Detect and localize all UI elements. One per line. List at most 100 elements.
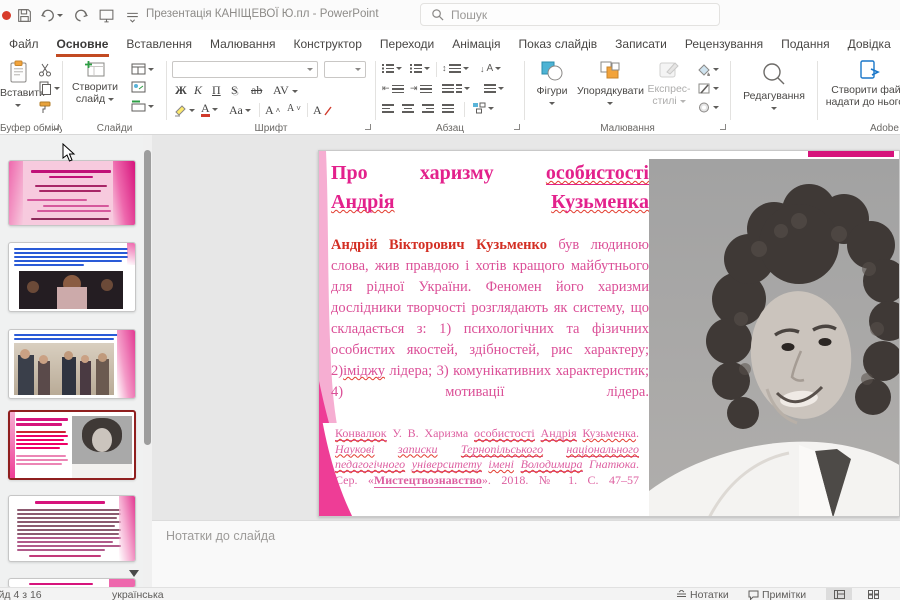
increase-indent-button[interactable]: ⇥ xyxy=(410,83,432,94)
undo-icon xyxy=(40,7,57,24)
numbering-button[interactable] xyxy=(410,63,430,73)
scroll-down-arrow-icon[interactable] xyxy=(129,570,139,577)
language-indicator[interactable]: українська xyxy=(112,588,164,600)
tab-transitions[interactable]: Переходи xyxy=(371,30,443,57)
line-spacing-button[interactable]: ↕ xyxy=(442,63,469,73)
underline-button[interactable]: П xyxy=(212,83,221,98)
paste-button[interactable]: Вставити xyxy=(0,60,36,111)
slide-thumbnail-5[interactable] xyxy=(8,495,136,562)
slide-thumbnail-4-selected[interactable] xyxy=(8,410,136,480)
copy-button[interactable] xyxy=(38,81,60,95)
comments-toggle-button[interactable]: Примітки xyxy=(748,588,806,600)
tab-animations[interactable]: Анімація xyxy=(443,30,509,57)
clear-formatting-button[interactable]: А xyxy=(313,103,332,118)
paste-label: Вставити xyxy=(0,87,36,99)
tab-record[interactable]: Записати xyxy=(606,30,676,57)
change-case-caret xyxy=(245,109,251,112)
slide-citation[interactable]: Конвалюк У. В. Харизма особистості Андрі… xyxy=(321,423,645,517)
tab-view[interactable]: Подання xyxy=(772,30,838,57)
decrease-indent-button[interactable]: ⇤ xyxy=(382,83,404,94)
portrait-photo[interactable] xyxy=(649,159,900,517)
text-direction-button[interactable] xyxy=(484,83,504,93)
current-slide[interactable]: Про харизму особистості Андрія Кузьменка… xyxy=(318,150,900,517)
save-button[interactable] xyxy=(16,7,33,24)
grow-font-button[interactable]: А˄ xyxy=(265,103,280,118)
align-right-button[interactable] xyxy=(422,103,434,113)
font-color-button[interactable]: А xyxy=(201,102,218,117)
text-shadow-button[interactable]: S xyxy=(231,83,238,98)
tab-insert[interactable]: Вставлення xyxy=(117,30,201,57)
new-slide-label-1: Створити xyxy=(65,81,125,93)
font-dialog-launcher-icon[interactable] xyxy=(365,124,373,132)
create-pdf-button[interactable]: Створити файл надати до нього с xyxy=(824,59,900,108)
sort-button[interactable]: ↓А xyxy=(480,63,501,74)
convert-smartart-button[interactable] xyxy=(472,102,494,114)
tab-help[interactable]: Довідка xyxy=(839,30,900,57)
bullets-button[interactable] xyxy=(382,63,402,73)
cut-button[interactable] xyxy=(38,63,52,77)
tab-slideshow[interactable]: Показ слайдів xyxy=(510,30,607,57)
drawing-dialog-launcher-icon[interactable] xyxy=(720,124,728,132)
start-slideshow-button[interactable] xyxy=(98,7,115,24)
shapes-button[interactable]: Фігури xyxy=(529,60,575,109)
customize-quick-access-button[interactable] xyxy=(124,7,141,24)
shape-outline-button[interactable] xyxy=(697,82,719,95)
thumbnail-scrollbar-thumb[interactable] xyxy=(144,150,151,445)
shape-effects-button[interactable] xyxy=(697,101,719,114)
arrange-icon xyxy=(598,60,622,82)
slide-thumbnail-1[interactable] xyxy=(8,160,136,226)
copy-caret xyxy=(54,87,60,90)
slide-thumbnail-3[interactable] xyxy=(8,329,136,399)
slide-title[interactable]: Про харизму особистості Андрія Кузьменка xyxy=(331,159,649,217)
shrink-font-button[interactable]: А˅ xyxy=(287,103,301,114)
search-placeholder: Пошук xyxy=(451,8,487,22)
change-case-button[interactable]: Аа xyxy=(229,103,251,118)
align-left-button[interactable] xyxy=(382,103,394,113)
arrange-button[interactable]: Упорядкувати xyxy=(577,60,643,109)
tab-review[interactable]: Рецензування xyxy=(676,30,772,57)
align-center-button[interactable] xyxy=(402,103,414,113)
shape-effects-icon xyxy=(697,101,711,114)
new-slide-button[interactable]: Створити слайд xyxy=(65,60,125,105)
bullets-caret xyxy=(396,67,402,70)
search-box[interactable]: Пошук xyxy=(420,3,720,26)
character-spacing-button[interactable]: AV xyxy=(273,83,298,98)
paragraph-dialog-launcher-icon[interactable] xyxy=(514,124,522,132)
clipboard-dialog-launcher-icon[interactable] xyxy=(53,124,61,132)
reset-slide-button[interactable] xyxy=(131,81,146,93)
slide-number-indicator[interactable]: Слайд 4 з 16 xyxy=(0,588,42,600)
undo-button[interactable] xyxy=(40,7,63,24)
tab-file[interactable]: Файл xyxy=(0,30,48,57)
text-direction-caret xyxy=(498,87,504,90)
italic-button[interactable]: К xyxy=(194,83,202,98)
bold-button[interactable]: Ж xyxy=(175,83,187,98)
text-highlight-button[interactable] xyxy=(173,104,195,117)
columns-button[interactable] xyxy=(442,83,470,93)
notes-toggle-button[interactable]: Нотатки xyxy=(676,588,729,600)
justify-button[interactable] xyxy=(442,103,454,113)
find-icon xyxy=(761,61,787,87)
tab-design[interactable]: Конструктор xyxy=(284,30,370,57)
normal-view-button[interactable] xyxy=(826,588,852,600)
editing-button[interactable]: Редагування xyxy=(739,61,809,114)
shape-fill-button[interactable] xyxy=(697,63,719,76)
smartart-caret xyxy=(488,107,494,110)
redo-button[interactable] xyxy=(72,7,89,24)
strikethrough-button[interactable]: ab xyxy=(251,83,262,98)
slide-sorter-view-button[interactable] xyxy=(860,588,886,600)
notes-pane[interactable]: Нотатки до слайда xyxy=(152,520,900,587)
tab-home[interactable]: Основне xyxy=(48,30,118,57)
section-button[interactable] xyxy=(131,100,154,112)
font-name-combo[interactable] xyxy=(172,61,318,78)
group-font: Ж К П S ab AV А Аа А˄ А˅ xyxy=(167,57,375,135)
font-size-combo[interactable] xyxy=(324,61,366,78)
tab-draw[interactable]: Малювання xyxy=(201,30,284,57)
slide-body-text[interactable]: Андрій Вікторович Кузьменко був людиною … xyxy=(331,235,649,403)
quick-styles-button[interactable]: Експрес- стилі xyxy=(645,60,693,107)
monitor-icon xyxy=(98,7,115,24)
shrink-font-glyph: А xyxy=(287,103,294,114)
format-painter-button[interactable] xyxy=(38,100,52,114)
slide-layout-button[interactable] xyxy=(131,63,154,75)
editing-caret xyxy=(771,107,777,110)
slide-thumbnail-2[interactable] xyxy=(8,242,136,312)
